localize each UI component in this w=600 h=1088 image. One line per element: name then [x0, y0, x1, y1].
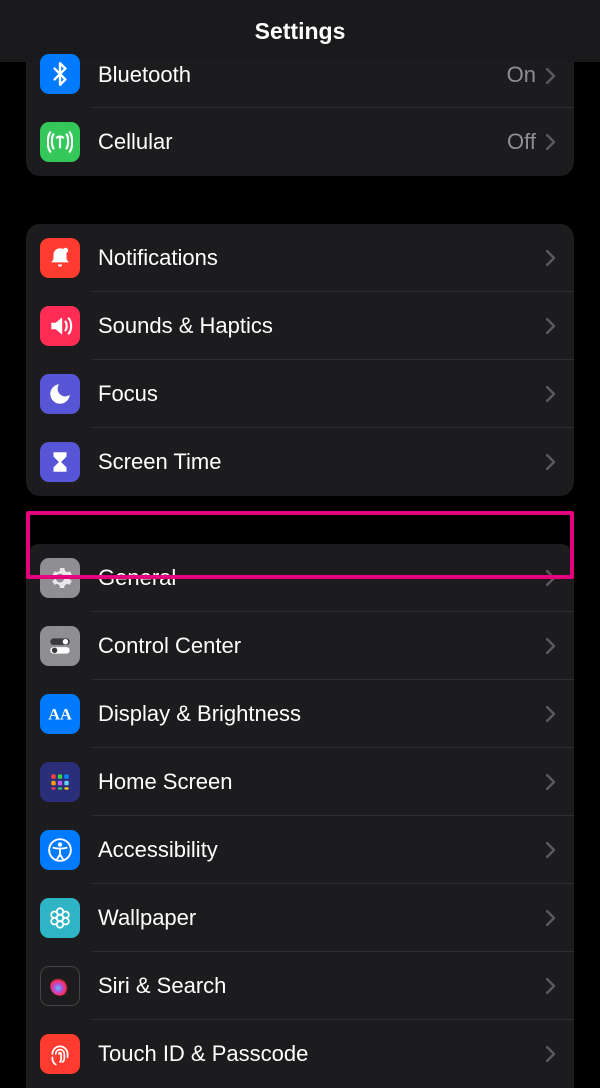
chevron-right-icon: [546, 978, 556, 994]
chevron-right-icon: [546, 250, 556, 266]
row-label: Sounds & Haptics: [98, 313, 546, 339]
row-label: Focus: [98, 381, 546, 407]
control-center-icon: [40, 626, 80, 666]
chevron-right-icon: [546, 570, 556, 586]
chevron-right-icon: [546, 706, 556, 722]
header: Settings: [0, 0, 600, 62]
row-cellular[interactable]: Cellular Off: [26, 108, 574, 176]
row-general[interactable]: General: [26, 544, 574, 612]
row-sounds[interactable]: Sounds & Haptics: [26, 292, 574, 360]
row-label: Display & Brightness: [98, 701, 546, 727]
row-label: Cellular: [98, 129, 507, 155]
row-siri[interactable]: Siri & Search: [26, 952, 574, 1020]
row-focus[interactable]: Focus: [26, 360, 574, 428]
row-label: General: [98, 565, 546, 591]
bluetooth-icon: [40, 54, 80, 94]
screentime-icon: [40, 442, 80, 482]
display-icon: AA: [40, 694, 80, 734]
accessibility-icon: [40, 830, 80, 870]
row-notifications[interactable]: Notifications: [26, 224, 574, 292]
page-title: Settings: [255, 18, 346, 45]
row-label: Notifications: [98, 245, 546, 271]
row-homescreen[interactable]: Home Screen: [26, 748, 574, 816]
chevron-right-icon: [546, 134, 556, 150]
row-display[interactable]: AA Display & Brightness: [26, 680, 574, 748]
chevron-right-icon: [546, 774, 556, 790]
chevron-right-icon: [546, 318, 556, 334]
chevron-right-icon: [546, 910, 556, 926]
row-label: Touch ID & Passcode: [98, 1041, 546, 1067]
row-bluetooth[interactable]: Bluetooth On: [26, 62, 574, 108]
row-label: Screen Time: [98, 449, 546, 475]
focus-icon: [40, 374, 80, 414]
row-label: Siri & Search: [98, 973, 546, 999]
row-screentime[interactable]: Screen Time: [26, 428, 574, 496]
row-label: Control Center: [98, 633, 546, 659]
row-label: Wallpaper: [98, 905, 546, 931]
group-alerts: Notifications Sounds & Haptics Focus: [26, 224, 574, 496]
row-label: Accessibility: [98, 837, 546, 863]
notifications-icon: [40, 238, 80, 278]
row-value: Off: [507, 129, 536, 155]
chevron-right-icon: [546, 68, 556, 84]
row-touchid[interactable]: Touch ID & Passcode: [26, 1020, 574, 1088]
row-accessibility[interactable]: Accessibility: [26, 816, 574, 884]
general-icon: [40, 558, 80, 598]
touchid-icon: [40, 1034, 80, 1074]
wallpaper-icon: [40, 898, 80, 938]
sounds-icon: [40, 306, 80, 346]
row-label: Home Screen: [98, 769, 546, 795]
siri-icon: [40, 966, 80, 1006]
chevron-right-icon: [546, 842, 556, 858]
chevron-right-icon: [546, 386, 556, 402]
chevron-right-icon: [546, 638, 556, 654]
homescreen-icon: [40, 762, 80, 802]
row-wallpaper[interactable]: Wallpaper: [26, 884, 574, 952]
group-system: General Control Center AA Display & Brig…: [26, 544, 574, 1088]
settings-list: Bluetooth On Cellular Off Notifications: [0, 62, 600, 1042]
row-value: On: [507, 62, 536, 88]
row-label: Bluetooth: [98, 62, 507, 88]
row-control-center[interactable]: Control Center: [26, 612, 574, 680]
svg-text:AA: AA: [48, 705, 72, 723]
cellular-icon: [40, 122, 80, 162]
group-connectivity: Bluetooth On Cellular Off: [26, 62, 574, 176]
chevron-right-icon: [546, 454, 556, 470]
chevron-right-icon: [546, 1046, 556, 1062]
